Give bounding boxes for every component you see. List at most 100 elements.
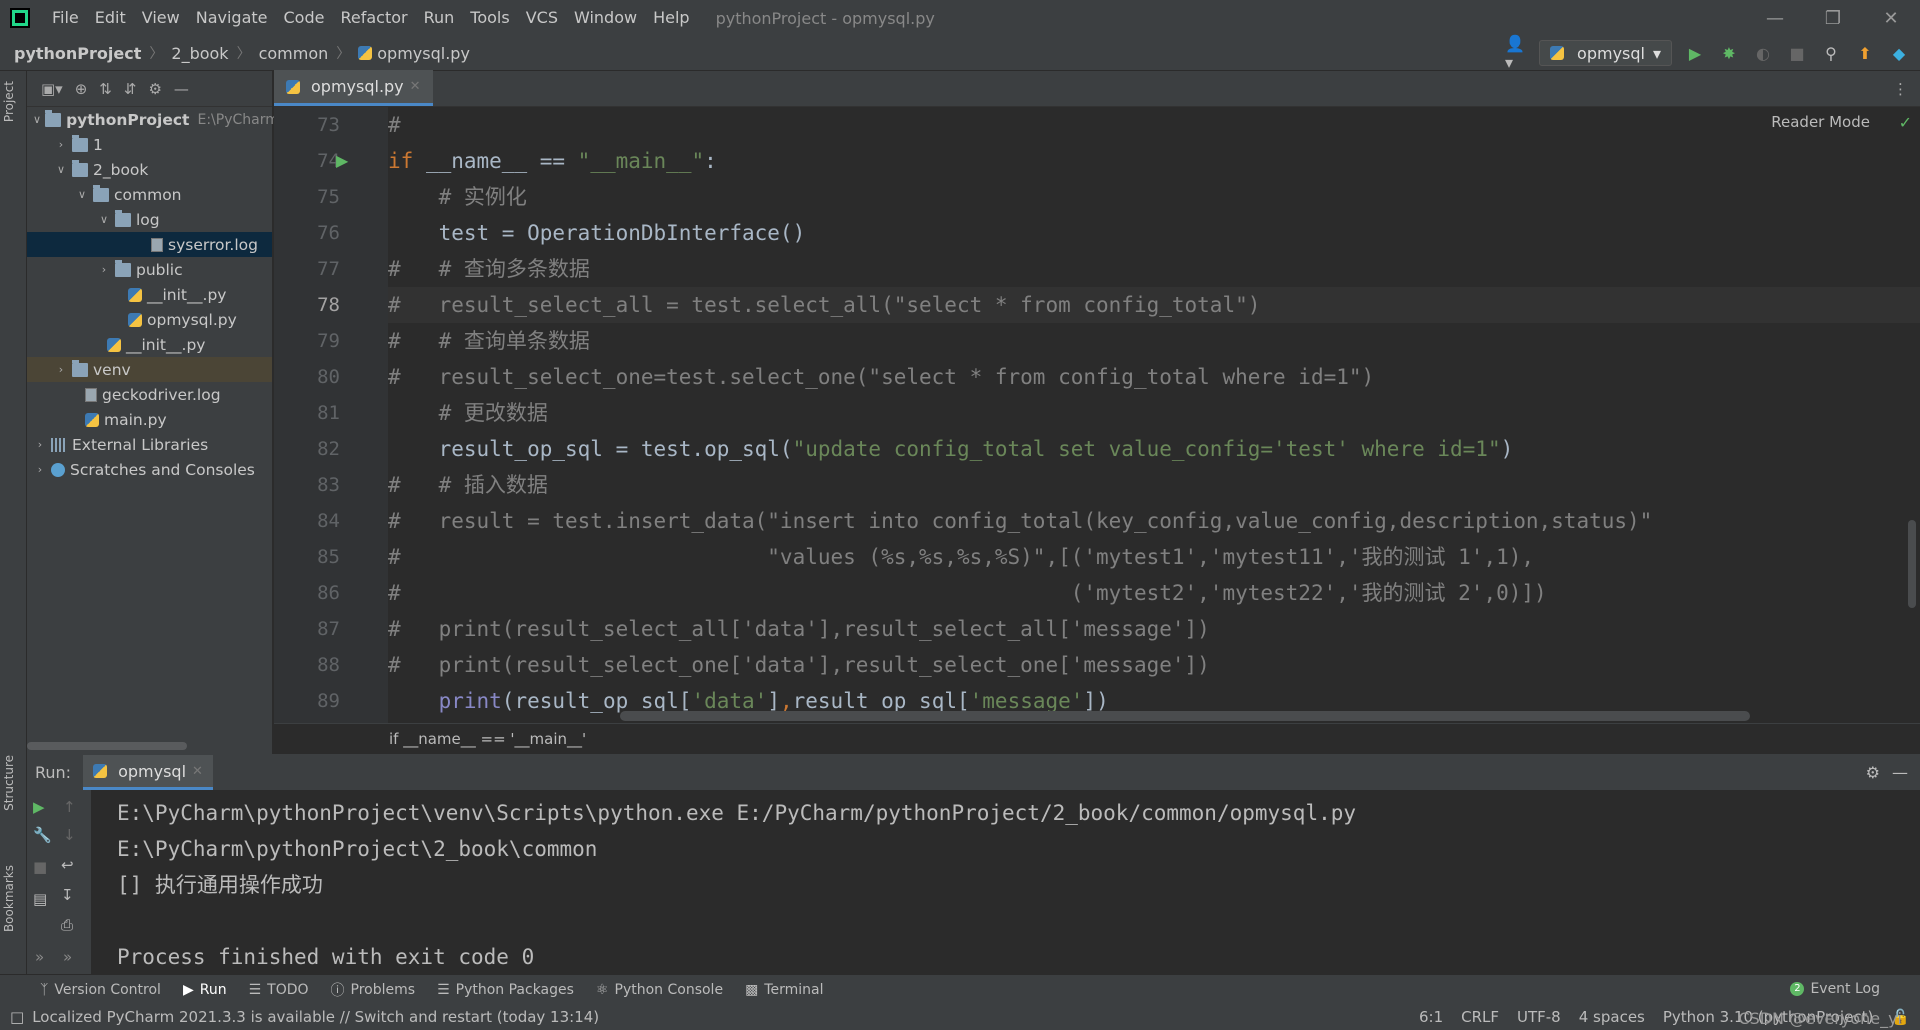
close-tab-icon[interactable]: ✕	[410, 79, 421, 94]
menu-file[interactable]: File	[44, 0, 87, 36]
menu-tools[interactable]: Tools	[462, 0, 517, 36]
tree-item-common[interactable]: ∨ common	[27, 182, 272, 207]
menu-edit[interactable]: Edit	[87, 0, 134, 36]
tree-item-opmysql-py[interactable]: opmysql.py	[27, 307, 272, 332]
chevron-down-icon[interactable]: ∨	[75, 188, 89, 201]
tree-item-main-py[interactable]: main.py	[27, 407, 272, 432]
project-view-icon[interactable]: ▣▾	[41, 80, 63, 98]
wrench-icon[interactable]: 🔧	[33, 826, 52, 844]
line-separator[interactable]: CRLF	[1461, 1008, 1499, 1026]
breadcrumb-2-book[interactable]: 2_book	[171, 44, 228, 63]
menu-refactor[interactable]: Refactor	[332, 0, 415, 36]
code-editor[interactable]: # if __name__ == "__main__": # 实例化 test …	[388, 107, 1920, 723]
structure-tool-tab[interactable]: Structure	[2, 751, 16, 815]
code-breadcrumb[interactable]: if __name__ == '__main__'	[274, 723, 1920, 754]
breadcrumb-common[interactable]: common	[259, 44, 329, 63]
tree-item-init-py[interactable]: __init__.py	[27, 282, 272, 307]
print-icon[interactable]: ⎙	[61, 916, 73, 934]
collapse-all-icon[interactable]: ⇵	[124, 80, 137, 98]
up-arrow-icon[interactable]: ↑	[63, 798, 76, 816]
tab-todo[interactable]: ☰ TODO	[249, 982, 309, 998]
update-icon[interactable]: ⬆	[1854, 42, 1876, 64]
file-encoding[interactable]: UTF-8	[1517, 1008, 1561, 1026]
status-message[interactable]: Localized PyCharm 2021.3.3 is available …	[32, 1008, 599, 1026]
tree-item-external-libraries[interactable]: › External Libraries	[27, 432, 272, 457]
gear-icon[interactable]: ⚙	[148, 80, 161, 98]
menu-navigate[interactable]: Navigate	[188, 0, 276, 36]
user-icon[interactable]: 👤▾	[1505, 34, 1527, 72]
jetbrains-icon[interactable]: ◆	[1888, 42, 1910, 64]
tree-item-log[interactable]: ∨ log	[27, 207, 272, 232]
scroll-to-end-icon[interactable]: ↧	[61, 886, 74, 904]
tree-item-scratches[interactable]: › Scratches and Consoles	[27, 457, 272, 482]
close-tab-icon[interactable]: ✕	[192, 764, 203, 779]
menu-help[interactable]: Help	[645, 0, 697, 36]
tab-version-control[interactable]: ᛉ Version Control	[40, 982, 161, 998]
expand-all-icon[interactable]: ⇅	[99, 80, 112, 98]
run-config-select[interactable]: opmysql ▾	[1539, 40, 1672, 66]
coverage-icon[interactable]: ◐	[1752, 42, 1774, 64]
rerun-icon[interactable]: ▶	[33, 798, 45, 816]
tree-item-2-book[interactable]: ∨ 2_book	[27, 157, 272, 182]
restore-icon[interactable]: ❐	[1804, 8, 1862, 29]
soft-wrap-icon[interactable]: ↩	[61, 856, 74, 874]
run-tab-opmysql[interactable]: opmysql ✕	[83, 755, 213, 790]
reader-mode-button[interactable]: Reader Mode	[1771, 113, 1870, 131]
caret-position[interactable]: 6:1	[1419, 1008, 1443, 1026]
tab-terminal[interactable]: ▩ Terminal	[745, 982, 823, 998]
status-toggle-icon[interactable]: □	[10, 1008, 24, 1026]
chevron-down-icon[interactable]: ∨	[97, 213, 111, 226]
search-icon[interactable]: ⚲	[1820, 42, 1842, 64]
tab-run[interactable]: ▶ Run	[183, 982, 227, 998]
project-tool-tab[interactable]: Project	[2, 77, 16, 126]
tree-item-root[interactable]: ∨ pythonProject E:\PyCharm	[27, 107, 279, 132]
chevron-right-icon[interactable]: ›	[33, 463, 47, 476]
tree-item-init-py[interactable]: __init__.py	[27, 332, 272, 357]
more-icon[interactable]: ⋮	[1893, 80, 1908, 98]
menu-window[interactable]: Window	[566, 0, 645, 36]
hide-icon[interactable]: —	[174, 80, 189, 98]
chevron-right-icon[interactable]: ›	[54, 363, 68, 376]
tab-python-packages[interactable]: ☰ Python Packages	[437, 982, 574, 998]
debug-icon[interactable]: ✸	[1718, 42, 1740, 64]
bookmarks-tool-tab[interactable]: Bookmarks	[2, 861, 16, 936]
event-log-button[interactable]: 2 Event Log	[1790, 981, 1880, 997]
minimize-icon[interactable]: —	[1746, 8, 1804, 29]
tree-item-public[interactable]: › public	[27, 257, 272, 282]
chevron-down-icon[interactable]: ∨	[54, 163, 68, 176]
locate-icon[interactable]: ⊕	[75, 80, 88, 98]
run-gutter-icon[interactable]: ▶	[336, 151, 348, 170]
tab-python-console[interactable]: ⚛ Python Console	[596, 982, 723, 998]
tree-item-geckodriver-log[interactable]: geckodriver.log	[27, 382, 272, 407]
chevron-down-icon[interactable]: ∨	[33, 113, 41, 126]
tab-problems[interactable]: ⓘ Problems	[331, 980, 416, 1000]
tree-item-1[interactable]: › 1	[27, 132, 272, 157]
hide-icon[interactable]: —	[1892, 763, 1908, 782]
chevron-right-icon[interactable]: ›	[33, 438, 47, 451]
menu-view[interactable]: View	[134, 0, 188, 36]
breadcrumb-file[interactable]: opmysql.py	[377, 44, 470, 63]
tab-opmysql-py[interactable]: opmysql.py ✕	[274, 70, 433, 106]
horizontal-scrollbar[interactable]	[27, 742, 187, 750]
chevron-right-icon[interactable]: ›	[54, 138, 68, 151]
editor-horizontal-scrollbar[interactable]	[620, 711, 1750, 721]
menu-code[interactable]: Code	[276, 0, 333, 36]
gear-icon[interactable]: ⚙	[1866, 763, 1880, 782]
tree-item-venv[interactable]: › venv	[27, 357, 272, 382]
down-arrow-icon[interactable]: ↓	[63, 826, 76, 844]
chevron-right-icon[interactable]: ›	[97, 263, 111, 276]
indent-setting[interactable]: 4 spaces	[1579, 1008, 1645, 1026]
stop-icon[interactable]: ■	[1786, 42, 1808, 64]
run-icon[interactable]: ▶	[1684, 42, 1706, 64]
menu-run[interactable]: Run	[416, 0, 463, 36]
console-output[interactable]: E:\PyCharm\pythonProject\venv\Scripts\py…	[117, 795, 1356, 975]
tree-item-syserror-log[interactable]: syserror.log	[27, 232, 272, 257]
layout-icon[interactable]: ▤	[33, 890, 47, 908]
more-icon[interactable]: »	[63, 948, 72, 966]
stop-icon[interactable]: ■	[33, 858, 47, 876]
more-icon[interactable]: »	[35, 948, 44, 966]
breadcrumb-project[interactable]: pythonProject	[14, 44, 141, 63]
close-icon[interactable]: ✕	[1862, 8, 1920, 29]
menu-vcs[interactable]: VCS	[518, 0, 566, 36]
editor-vertical-scrollbar[interactable]	[1908, 520, 1916, 608]
